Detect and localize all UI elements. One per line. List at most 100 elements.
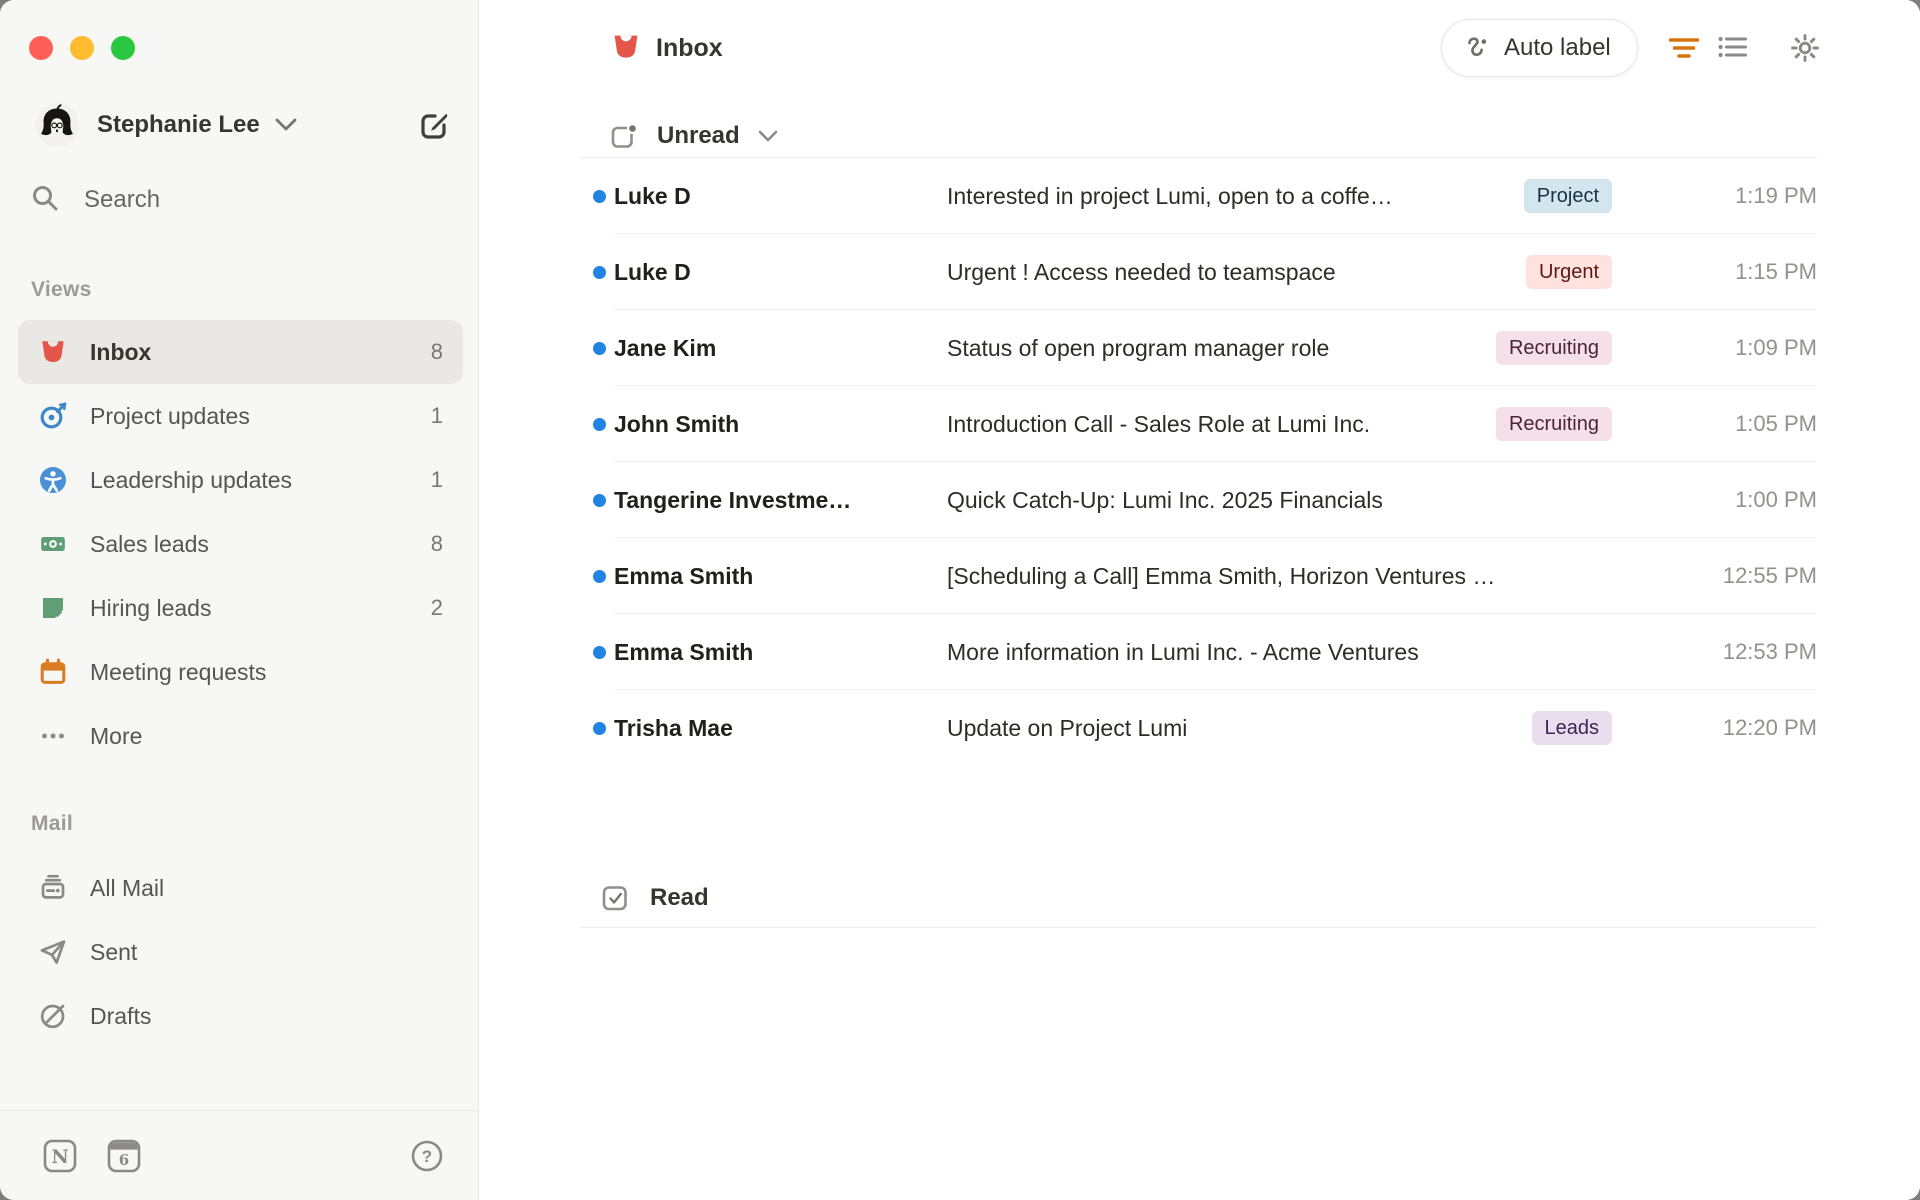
email-row[interactable]: Emma Smith [Scheduling a Call] Emma Smit…: [580, 538, 1817, 614]
search-button[interactable]: Search: [30, 176, 458, 224]
sidebar-item-label: Meeting requests: [90, 658, 267, 685]
window-controls: [29, 36, 135, 60]
unread-dot: [593, 189, 606, 203]
read-section-toggle[interactable]: Read: [580, 868, 1817, 928]
compose-icon[interactable]: [418, 108, 452, 142]
email-sender: Jane Kim: [614, 334, 717, 361]
avatar: [35, 103, 79, 147]
read-section-label: Read: [650, 883, 709, 911]
sidebar-item-label: All Mail: [90, 874, 165, 901]
label-tag: Leads: [1531, 711, 1612, 745]
label-tag: Recruiting: [1495, 331, 1612, 365]
email-row[interactable]: Trisha Mae Update on Project Lumi Leads …: [580, 690, 1817, 766]
sidebar-item-label: Sent: [90, 938, 138, 965]
email-time: 1:05 PM: [1735, 411, 1817, 436]
calendar-icon: [38, 657, 68, 687]
sidebar-item-inbox[interactable]: Inbox 8: [18, 320, 463, 384]
sidebar: Stephanie Lee Search Views Inbox 8 Proje…: [0, 0, 479, 1200]
unread-dot: [593, 417, 606, 431]
email-subject: Urgent ! Access needed to teamspace: [947, 258, 1336, 285]
sidebar-item-label: More: [90, 722, 143, 749]
email-row[interactable]: Emma Smith More information in Lumi Inc.…: [580, 614, 1817, 690]
target-icon: [38, 401, 68, 431]
search-label: Search: [84, 186, 161, 213]
email-subject: Status of open program manager role: [947, 334, 1330, 361]
filter-icon[interactable]: [1668, 33, 1700, 63]
sidebar-item-drafts[interactable]: Drafts: [18, 984, 463, 1048]
sidebar-item-sales-leads[interactable]: Sales leads 8: [18, 512, 463, 576]
email-subject: Quick Catch-Up: Lumi Inc. 2025 Financial…: [947, 486, 1383, 513]
unread-dot: [593, 341, 606, 355]
chevron-down-icon: [275, 118, 297, 136]
unread-count-badge: 1: [430, 403, 443, 428]
sidebar-item-sent[interactable]: Sent: [18, 920, 463, 984]
sidebar-item-label: Leadership updates: [90, 466, 293, 493]
views-section-label: Views: [31, 278, 92, 301]
draft-pencil-icon: [38, 1001, 68, 1031]
settings-gear-icon[interactable]: [1790, 33, 1820, 63]
notion-logo-icon[interactable]: N: [43, 1139, 77, 1173]
label-tag: Urgent: [1525, 255, 1612, 289]
ellipsis-icon: [38, 721, 68, 751]
email-time: 1:15 PM: [1735, 259, 1817, 284]
email-subject: Introduction Call - Sales Role at Lumi I…: [947, 410, 1371, 437]
page-title: Inbox: [656, 34, 723, 62]
close-window-button[interactable]: [29, 36, 53, 60]
unread-count-badge: 2: [430, 595, 443, 620]
sidebar-footer-divider: [0, 1110, 478, 1111]
sidebar-item-meeting-requests[interactable]: Meeting requests: [18, 640, 463, 704]
help-icon[interactable]: ?: [410, 1139, 444, 1173]
email-sender: Trisha Mae: [614, 714, 733, 741]
sidebar-item-label: Project updates: [90, 402, 250, 429]
auto-label-button[interactable]: Auto label: [1441, 19, 1638, 77]
note-icon: [38, 593, 68, 623]
sidebar-item-leadership-updates[interactable]: Leadership updates 1: [18, 448, 463, 512]
email-row[interactable]: Luke D Interested in project Lumi, open …: [580, 158, 1817, 234]
unread-count-badge: 8: [430, 531, 443, 556]
unread-count-badge: 8: [430, 339, 443, 364]
accessibility-person-icon: [38, 465, 68, 495]
sidebar-item-all-mail[interactable]: All Mail: [18, 856, 463, 920]
user-name: Stephanie Lee: [97, 111, 260, 138]
list-view-icon[interactable]: [1717, 32, 1747, 62]
email-sender: Luke D: [614, 258, 691, 285]
svg-text:?: ?: [422, 1147, 432, 1166]
email-time: 12:20 PM: [1722, 715, 1817, 740]
svg-text:6: 6: [119, 1151, 129, 1169]
minimize-window-button[interactable]: [70, 36, 94, 60]
email-time: 12:55 PM: [1722, 563, 1817, 588]
account-switcher[interactable]: Stephanie Lee: [35, 101, 452, 149]
sidebar-item-hiring-leads[interactable]: Hiring leads 2: [18, 576, 463, 640]
email-sender: Emma Smith: [614, 562, 754, 589]
search-icon: [30, 183, 60, 218]
email-time: 1:00 PM: [1735, 487, 1817, 512]
unread-dot: [593, 569, 606, 583]
email-row[interactable]: Luke D Urgent ! Access needed to teamspa…: [580, 234, 1817, 310]
email-sender: John Smith: [614, 410, 740, 437]
zoom-window-button[interactable]: [111, 36, 135, 60]
email-time: 12:53 PM: [1722, 639, 1817, 664]
banknote-icon: [38, 529, 68, 559]
label-tag: Recruiting: [1495, 407, 1612, 441]
unread-dot: [593, 265, 606, 279]
email-time: 1:09 PM: [1735, 335, 1817, 360]
app-window: Stephanie Lee Search Views Inbox 8 Proje…: [0, 0, 1920, 1200]
email-row[interactable]: Jane Kim Status of open program manager …: [580, 310, 1817, 386]
email-time: 1:19 PM: [1735, 183, 1817, 208]
email-row[interactable]: Tangerine Investme… Quick Catch-Up: Lumi…: [580, 462, 1817, 538]
email-subject: More information in Lumi Inc. - Acme Ven…: [947, 638, 1419, 665]
email-subject: Update on Project Lumi: [947, 714, 1188, 741]
sidebar-footer: N 6 ?: [43, 1138, 444, 1174]
calendar-badge-icon[interactable]: 6: [107, 1139, 141, 1173]
sidebar-item-more[interactable]: More: [18, 704, 463, 768]
chevron-down-icon: [758, 129, 778, 147]
unread-section-toggle[interactable]: Unread: [610, 119, 778, 153]
paper-plane-icon: [38, 937, 68, 967]
main-panel: Inbox Auto label Unread Luke D Intereste…: [479, 0, 1920, 1200]
svg-text:N: N: [51, 1146, 68, 1168]
views-nav: Inbox 8 Project updates 1 Leadership upd…: [18, 320, 463, 768]
sidebar-item-project-updates[interactable]: Project updates 1: [18, 384, 463, 448]
mail-nav: All Mail Sent Drafts: [18, 856, 463, 1048]
read-checkbox-icon: [601, 884, 629, 912]
email-row[interactable]: John Smith Introduction Call - Sales Rol…: [580, 386, 1817, 462]
